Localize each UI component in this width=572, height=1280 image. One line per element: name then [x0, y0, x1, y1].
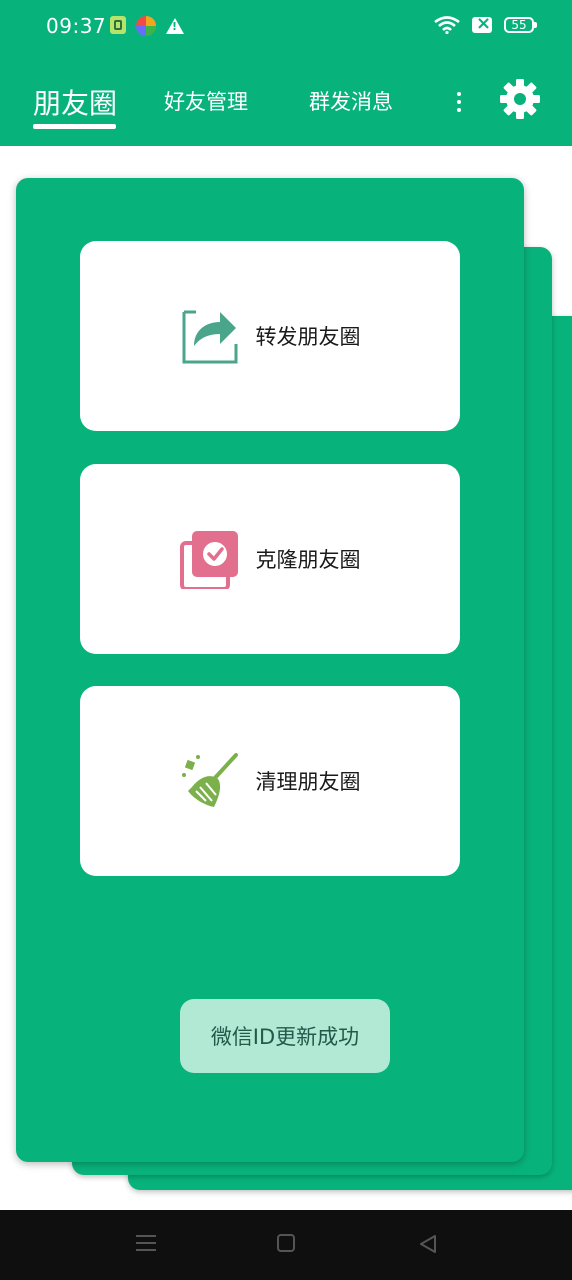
alert-icon: [166, 18, 184, 34]
app-icon: [136, 16, 156, 36]
status-icons-left: [110, 16, 184, 36]
more-icon[interactable]: [452, 88, 466, 116]
home-icon[interactable]: [277, 1234, 295, 1252]
clone-moments-label: 克隆朋友圈: [255, 548, 361, 572]
forward-moments-label: 转发朋友圈: [255, 325, 361, 349]
back-icon[interactable]: [418, 1234, 438, 1258]
clone-moments-button[interactable]: 克隆朋友圈: [80, 464, 460, 654]
main-card: 转发朋友圈 克隆朋友圈 清理朋友圈 微信ID更新成功: [16, 178, 524, 1162]
status-time: 09:37: [46, 14, 107, 38]
top-bar: 09:37 55 朋友圈 好友管理 群发消息: [0, 0, 572, 146]
forward-moments-button[interactable]: 转发朋友圈: [80, 241, 460, 431]
tab-active-indicator: [33, 124, 116, 129]
clean-moments-label: 清理朋友圈: [255, 770, 361, 794]
toast-message: 微信ID更新成功: [180, 999, 390, 1073]
broom-icon: [181, 753, 238, 807]
tab-group-message[interactable]: 群发消息: [309, 86, 393, 116]
status-bar: 09:37 55: [0, 0, 572, 52]
tab-friend-management[interactable]: 好友管理: [164, 86, 248, 116]
battery-level: 55: [511, 18, 527, 32]
menu-icon[interactable]: [136, 1234, 156, 1252]
navigation-bar: [0, 1210, 572, 1280]
tab-moments[interactable]: 朋友圈: [33, 82, 117, 122]
share-icon: [182, 310, 237, 364]
battery-icon: 55: [504, 17, 537, 33]
x-icon: [472, 13, 492, 34]
status-icons-right: 55: [434, 13, 537, 34]
tab-bar: 朋友圈 好友管理 群发消息: [0, 70, 572, 140]
sim-icon: [110, 16, 126, 34]
wifi-icon: [434, 16, 460, 34]
clone-icon: [179, 531, 238, 589]
settings-icon[interactable]: [498, 77, 542, 121]
clean-moments-button[interactable]: 清理朋友圈: [80, 686, 460, 876]
